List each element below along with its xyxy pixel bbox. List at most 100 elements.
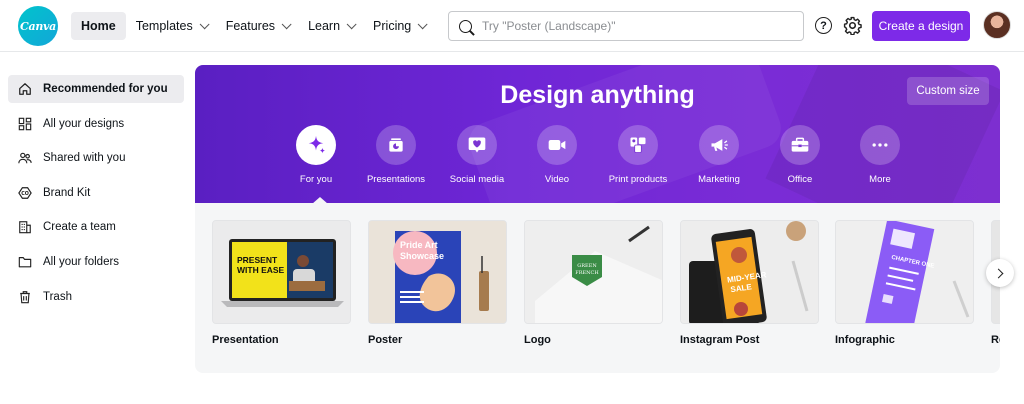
chevron-down-icon: [417, 18, 428, 29]
nav-home[interactable]: Home: [71, 12, 126, 40]
help-icon[interactable]: ?: [815, 17, 832, 34]
nav-learn[interactable]: Learn: [298, 12, 363, 40]
sidebar-item-label: All your designs: [43, 117, 125, 130]
create-design-button[interactable]: Create a design: [872, 11, 970, 41]
nav-templates[interactable]: Templates: [126, 12, 216, 40]
category-label: Marketing: [698, 174, 740, 185]
category-video[interactable]: Video: [512, 125, 602, 185]
folder-icon: [18, 257, 32, 268]
nav-home-label: Home: [81, 19, 116, 33]
gear-icon[interactable]: [843, 16, 862, 35]
print-icon: [630, 137, 646, 153]
template-thumbnail: PRESENT WITH EASE: [212, 220, 351, 324]
trash-icon: [20, 290, 30, 303]
custom-size-button[interactable]: Custom size: [907, 77, 989, 105]
thumb-text: PRESENT: [237, 255, 278, 265]
help-glyph: ?: [820, 19, 827, 32]
chevron-right-icon: [993, 268, 1004, 278]
logo-text: Canva: [20, 19, 56, 33]
svg-text:GREEN: GREEN: [577, 263, 597, 269]
sidebar-item-label: Shared with you: [43, 152, 126, 165]
template-thumbnail: GREEN FRENCH: [524, 220, 663, 324]
category-for-you[interactable]: For you: [271, 125, 361, 185]
laptop-illustration: PRESENT WITH EASE: [213, 221, 350, 323]
search-icon: [459, 19, 472, 33]
template-name: Presentation: [212, 334, 279, 346]
infographic-illustration: CHAPTER ONE: [836, 221, 973, 323]
template-card-infographic[interactable]: CHAPTER ONE Infographic: [835, 220, 974, 346]
search-input[interactable]: [482, 19, 782, 33]
custom-size-label: Custom size: [916, 85, 980, 97]
more-icon: [872, 143, 888, 147]
template-thumbnail: Pride Art Showcase: [368, 220, 507, 324]
template-name: Poster: [368, 334, 403, 346]
nav-features[interactable]: Features: [216, 12, 298, 40]
category-presentations[interactable]: Presentations: [351, 125, 441, 185]
brand-kit-icon: CO: [18, 186, 32, 199]
category-label: Print products: [608, 174, 668, 185]
briefcase-icon: [791, 137, 809, 152]
template-name: Logo: [524, 334, 551, 346]
nav-pricing-label: Pricing: [373, 19, 412, 33]
sidebar-item-trash[interactable]: Trash: [8, 283, 184, 311]
category-office[interactable]: Office: [755, 125, 845, 185]
carousel-next-button[interactable]: [986, 259, 1014, 287]
category-label: For you: [299, 174, 333, 185]
people-icon: [18, 152, 32, 164]
template-card-poster[interactable]: Pride Art Showcase Poster: [368, 220, 507, 346]
hero-title: Design anything: [500, 81, 695, 109]
search-bar[interactable]: [448, 11, 804, 41]
template-card-presentation[interactable]: PRESENT WITH EASE Presentation: [212, 220, 351, 346]
sidebar-item-recommended[interactable]: Recommended for you: [8, 75, 184, 103]
svg-text:WITH EASE: WITH EASE: [237, 265, 285, 275]
template-card-instagram-post[interactable]: MID-YEAR SALE Instagram Post: [680, 220, 819, 346]
category-print-products[interactable]: Print products: [593, 125, 683, 185]
building-icon: [19, 221, 31, 234]
chevron-down-icon: [281, 18, 292, 29]
canva-logo[interactable]: Canva: [18, 6, 58, 46]
template-name: Instagram Post: [680, 334, 760, 346]
category-social-media[interactable]: Social media: [432, 125, 522, 185]
avatar[interactable]: [983, 11, 1011, 39]
create-design-label: Create a design: [878, 19, 964, 33]
template-thumbnail: MID-YEAR SALE: [680, 220, 819, 324]
category-marketing[interactable]: Marketing: [674, 125, 764, 185]
logo-illustration: GREEN FRENCH: [525, 221, 662, 323]
svg-text:Showcase: Showcase: [400, 251, 444, 261]
nav-learn-label: Learn: [308, 19, 341, 33]
main-nav: Home Templates Features Learn Pricing: [71, 12, 434, 40]
template-name: Re: [991, 334, 1000, 346]
nav-features-label: Features: [225, 19, 276, 33]
template-card-logo[interactable]: GREEN FRENCH Logo: [524, 220, 663, 346]
sidebar-item-shared[interactable]: Shared with you: [8, 144, 184, 172]
template-thumbnail: CHAPTER ONE: [835, 220, 974, 324]
top-bar: Canva Home Templates Features Learn Pric…: [0, 0, 1024, 52]
megaphone-icon: [711, 139, 728, 151]
heart-icon: [468, 137, 486, 153]
grid-icon: [18, 117, 32, 130]
sidebar-item-label: Create a team: [43, 221, 116, 234]
sidebar-item-label: All your folders: [43, 255, 120, 268]
nav-templates-label: Templates: [135, 19, 193, 33]
presentation-icon: [389, 138, 403, 152]
chevron-down-icon: [346, 18, 357, 29]
sidebar-item-brand-kit[interactable]: CO Brand Kit: [8, 179, 184, 207]
sidebar-item-label: Brand Kit: [43, 186, 91, 199]
category-bar: For you Presentations Social media Video…: [195, 125, 1000, 195]
hero-banner: Design anything Custom size For you Pres…: [195, 65, 1000, 203]
category-label: More: [869, 174, 891, 185]
category-more[interactable]: More: [835, 125, 925, 185]
template-name: Infographic: [835, 334, 895, 346]
svg-text:CO: CO: [21, 191, 29, 197]
template-row: PRESENT WITH EASE Presentation Pride Art…: [195, 203, 1000, 373]
svg-text:FRENCH: FRENCH: [575, 270, 599, 276]
sidebar-item-all-designs[interactable]: All your designs: [8, 110, 184, 138]
sidebar-item-create-team[interactable]: Create a team: [8, 213, 184, 241]
category-label: Office: [787, 174, 813, 185]
chevron-down-icon: [199, 18, 210, 29]
category-label: Social media: [449, 174, 505, 185]
video-icon: [548, 140, 566, 150]
nav-pricing[interactable]: Pricing: [363, 12, 434, 40]
sidebar-item-folders[interactable]: All your folders: [8, 248, 184, 276]
sidebar-item-label: Trash: [43, 290, 72, 303]
